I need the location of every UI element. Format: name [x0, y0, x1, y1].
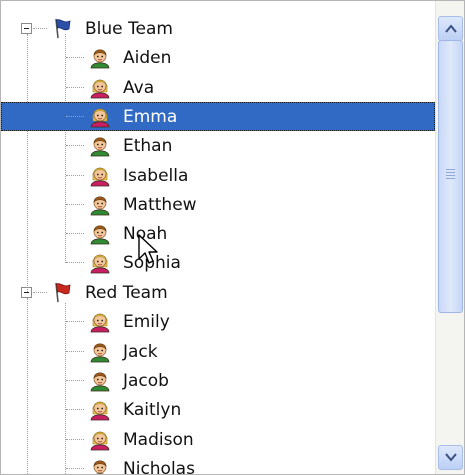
tree-item-label: Matthew: [123, 194, 197, 215]
tree-item-label: Ava: [123, 77, 155, 98]
girl-user-icon: [90, 255, 110, 274]
tree-item-aiden[interactable]: Aiden: [1, 43, 435, 72]
tree-connector: [66, 438, 84, 440]
thumb-grip: [446, 169, 455, 170]
tree-item-sophia[interactable]: Sophia: [1, 248, 435, 277]
tree-item-jacob[interactable]: Jacob: [1, 366, 435, 395]
tree-connector: [66, 86, 84, 88]
tree-item-ethan[interactable]: Ethan: [1, 131, 435, 160]
girl-user-icon: [90, 79, 110, 98]
tree-item-label: Jacob: [123, 370, 169, 391]
tree-item-label: Ethan: [123, 136, 173, 157]
boy-user-icon: [93, 460, 107, 474]
tree-item-label: Emily: [123, 312, 170, 333]
tree-connector: [66, 379, 84, 381]
group-label: Blue Team: [85, 19, 173, 39]
tree-connector: [66, 174, 84, 176]
tree-item-label: Isabella: [123, 165, 189, 186]
tree-content: Blue Team Red Team Aiden Ava Emma Ethan Isab…: [1, 1, 435, 474]
tree-view[interactable]: Blue Team Red Team Aiden Ava Emma Ethan Isab…: [0, 0, 465, 475]
thumb-grip: [446, 178, 455, 179]
tree-group-red-team[interactable]: Red Team: [1, 278, 435, 307]
tree-connector: [66, 321, 84, 323]
chevron-up-icon: [445, 24, 457, 33]
tree-connector: [33, 28, 47, 29]
tree-item-emily[interactable]: Emily: [1, 307, 435, 336]
girl-user-icon: [90, 401, 110, 421]
tree-item-ava[interactable]: Ava: [1, 73, 435, 102]
girl-user-icon: [90, 431, 110, 450]
thumb-grip: [446, 175, 455, 176]
tree-item-label: Nicholas: [123, 458, 195, 474]
group-label: Red Team: [85, 283, 168, 303]
tree-item-label: Aiden: [123, 48, 172, 69]
boy-user-icon: [90, 372, 110, 392]
vertical-scrollbar[interactable]: [435, 1, 464, 474]
tree-item-label: Jack: [123, 341, 158, 362]
tree-item-kaitlyn[interactable]: Kaitlyn: [1, 395, 435, 424]
scroll-up-button[interactable]: [438, 16, 463, 41]
boy-user-icon: [90, 137, 110, 157]
tree-item-label: Madison: [123, 429, 194, 450]
tree-item-label: Emma: [123, 106, 178, 127]
red-flag-icon: [55, 282, 71, 303]
girl-user-icon: [90, 167, 110, 186]
girl-user-icon: [90, 108, 110, 128]
boy-user-icon: [90, 196, 110, 216]
thumb-grip: [446, 172, 455, 173]
tree-item-madison[interactable]: Madison: [1, 425, 435, 454]
tree-connector: [66, 350, 84, 352]
chevron-down-icon: [445, 453, 457, 462]
tree-connector: [33, 292, 47, 293]
tree-item-emma[interactable]: Emma: [1, 101, 435, 131]
tree-connector: [66, 203, 84, 205]
tree-connector: [66, 145, 84, 147]
tree-connector: [66, 233, 84, 235]
tree-item-nicholas[interactable]: Nicholas: [1, 454, 435, 474]
collapse-toggle[interactable]: [21, 23, 32, 34]
mouse-cursor-icon: [138, 234, 158, 264]
boy-user-icon: [90, 343, 110, 362]
tree-connector: [66, 57, 84, 59]
boy-user-icon: [90, 225, 110, 245]
tree-connector: [66, 409, 84, 411]
tree-item-isabella[interactable]: Isabella: [1, 161, 435, 190]
tree-item-matthew[interactable]: Matthew: [1, 190, 435, 219]
girl-user-icon: [90, 313, 110, 333]
tree-group-blue-team[interactable]: Blue Team: [1, 14, 435, 43]
tree-item-label: Kaitlyn: [123, 400, 182, 421]
tree-connector: [66, 115, 84, 117]
blue-flag-icon: [55, 18, 71, 39]
tree-connector: [66, 262, 84, 264]
boy-user-icon: [90, 49, 110, 69]
tree-item-jack[interactable]: Jack: [1, 337, 435, 366]
tree-item-noah[interactable]: Noah: [1, 219, 435, 248]
scroll-down-button[interactable]: [438, 445, 463, 470]
scroll-thumb[interactable]: [438, 40, 463, 313]
tree-connector: [66, 467, 84, 469]
